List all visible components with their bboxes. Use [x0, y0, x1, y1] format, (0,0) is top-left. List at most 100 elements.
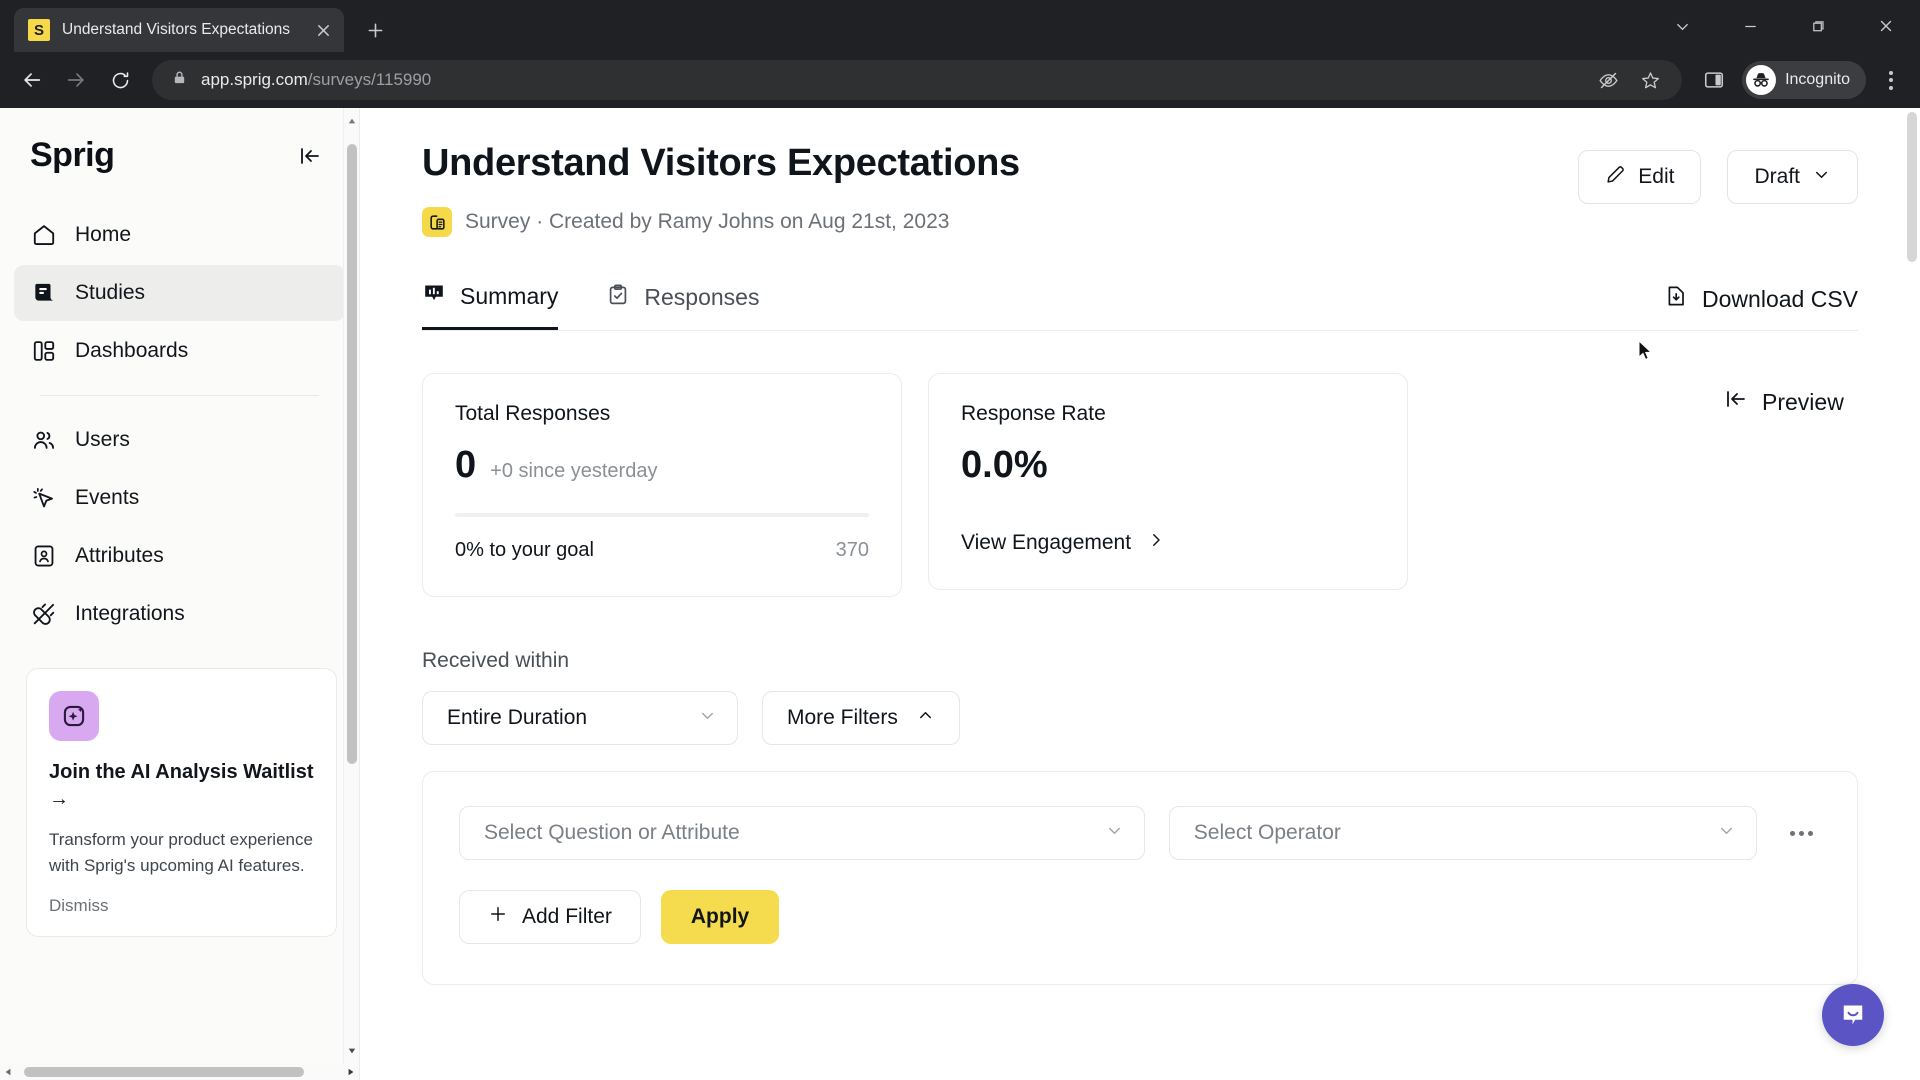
maximize-icon[interactable] — [1784, 0, 1852, 52]
sidebar-item-integrations[interactable]: Integrations — [14, 586, 345, 642]
sidebar-item-studies[interactable]: Studies — [14, 265, 345, 321]
pencil-icon — [1605, 164, 1626, 191]
ai-sparkle-icon — [49, 691, 99, 741]
preview-button[interactable]: Preview — [1724, 387, 1844, 417]
sidebar-hscroll-thumb[interactable] — [24, 1067, 304, 1077]
users-icon — [30, 426, 58, 454]
chat-bubble-icon[interactable] — [1822, 984, 1884, 1046]
sidebar-scroll-thumb[interactable] — [347, 144, 357, 764]
scroll-down-arrow-icon[interactable] — [348, 1042, 356, 1060]
sidebar-item-label: Users — [75, 428, 130, 451]
promo-body: Transform your product experience with S… — [49, 830, 313, 876]
scroll-left-arrow-icon[interactable] — [4, 1063, 12, 1080]
card-label: Response Rate — [961, 402, 1106, 425]
kebab-menu-icon[interactable] — [1874, 60, 1908, 100]
promo-dismiss-link[interactable]: Dismiss — [49, 896, 314, 916]
forward-arrow-icon — [56, 60, 96, 100]
page-subtitle-row: Survey · Created by Ramy Johns on Aug 21… — [422, 207, 1020, 237]
browser-tab[interactable]: S Understand Visitors Expectations — [14, 8, 344, 52]
minimize-icon[interactable] — [1716, 0, 1784, 52]
question-attribute-placeholder: Select Question or Attribute — [484, 821, 740, 844]
browser-tab-strip: S Understand Visitors Expectations — [0, 0, 1920, 52]
sidebar-nav: Home Studies Dashboards Users Events Att… — [0, 181, 359, 644]
back-arrow-icon[interactable] — [12, 60, 52, 100]
mouse-cursor — [1638, 339, 1654, 367]
ellipsis-icon[interactable] — [1781, 830, 1821, 836]
apply-button[interactable]: Apply — [660, 890, 780, 944]
more-filters-label: More Filters — [787, 706, 898, 729]
response-rate-value: 0.0% — [961, 444, 1048, 486]
eye-slash-icon[interactable] — [1590, 62, 1626, 98]
question-attribute-select[interactable]: Select Question or Attribute — [459, 806, 1145, 860]
profile-incognito-button[interactable]: Incognito — [1742, 61, 1866, 99]
card-main-value: 0 +0 since yesterday — [455, 444, 869, 487]
sidebar-vertical-scrollbar[interactable] — [343, 108, 359, 1064]
close-icon[interactable] — [312, 19, 334, 41]
goal-progress-bar — [455, 513, 869, 517]
new-tab-button[interactable] — [358, 13, 392, 47]
view-engagement-link[interactable]: View Engagement — [961, 531, 1375, 555]
status-dropdown-button[interactable]: Draft — [1727, 150, 1858, 204]
status-label: Draft — [1754, 165, 1800, 188]
main-scroll-thumb[interactable] — [1907, 112, 1917, 262]
address-bar-url: app.sprig.com/surveys/115990 — [201, 70, 432, 89]
goal-target-value: 370 — [835, 539, 869, 561]
sidebar-item-dashboards[interactable]: Dashboards — [14, 323, 345, 379]
reload-icon[interactable] — [100, 60, 140, 100]
main-content: Understand Visitors Expectations Survey … — [360, 108, 1920, 1080]
star-icon[interactable] — [1632, 62, 1668, 98]
scroll-right-arrow-icon[interactable] — [347, 1063, 355, 1080]
download-csv-button[interactable]: Download CSV — [1664, 284, 1858, 330]
operator-select[interactable]: Select Operator — [1168, 806, 1757, 860]
scroll-up-arrow-icon[interactable] — [348, 112, 356, 130]
duration-select[interactable]: Entire Duration — [422, 691, 738, 745]
sidebar-item-label: Studies — [75, 281, 146, 304]
window-close-icon[interactable] — [1852, 0, 1920, 52]
tab-favicon: S — [28, 19, 50, 41]
summary-chart-icon — [422, 281, 446, 311]
clipboard-check-icon — [606, 283, 630, 313]
address-bar[interactable]: app.sprig.com/surveys/115990 — [152, 60, 1683, 100]
received-within-label: Received within — [422, 649, 570, 672]
more-filters-button[interactable]: More Filters — [762, 691, 960, 745]
add-filter-button[interactable]: Add Filter — [459, 890, 641, 944]
main-vertical-scrollbar[interactable] — [1904, 108, 1920, 1080]
page-viewport: Sprig Home Studies Dashboards Users Even… — [0, 108, 1920, 1080]
total-responses-card: Total Responses 0 +0 since yesterday 0% … — [422, 373, 902, 597]
goal-progress-text: 0% to your goal — [455, 539, 594, 561]
preview-panel-icon — [1724, 387, 1748, 417]
tab-label: Summary — [460, 282, 559, 309]
edit-button[interactable]: Edit — [1578, 150, 1702, 204]
goal-footer: 0% to your goal 370 — [455, 539, 869, 562]
tab-summary[interactable]: Summary — [422, 281, 559, 330]
page-subtitle: Survey · Created by Ramy Johns on Aug 21… — [465, 210, 950, 233]
tab-responses[interactable]: Responses — [606, 281, 759, 330]
home-icon — [30, 221, 58, 249]
filters-row: Entire Duration More Filters — [422, 691, 1858, 745]
attributes-id-icon — [30, 542, 58, 570]
page-header-text: Understand Visitors Expectations Survey … — [422, 142, 1020, 237]
incognito-icon — [1746, 65, 1777, 95]
side-panel-icon[interactable] — [1696, 62, 1732, 98]
card-label: Total Responses — [455, 402, 611, 425]
header-actions: Edit Draft — [1578, 142, 1858, 204]
operator-placeholder: Select Operator — [1193, 821, 1341, 844]
sidebar-item-events[interactable]: Events — [14, 470, 345, 526]
profile-label: Incognito — [1785, 71, 1850, 88]
sidebar-horizontal-scrollbar[interactable] — [0, 1064, 359, 1080]
filter-actions: Add Filter Apply — [459, 890, 1821, 944]
file-download-icon — [1664, 284, 1688, 314]
view-engagement-label: View Engagement — [961, 531, 1132, 554]
sidebar-item-home[interactable]: Home — [14, 207, 345, 263]
ai-waitlist-promo-card[interactable]: Join the AI Analysis Waitlist → Transfor… — [26, 668, 337, 937]
collapse-panel-icon[interactable] — [295, 141, 325, 171]
studies-icon — [30, 279, 58, 307]
page-title: Understand Visitors Expectations — [422, 142, 1020, 184]
promo-title: Join the AI Analysis Waitlist → — [49, 761, 314, 810]
chevron-down-icon[interactable] — [1648, 0, 1716, 52]
sidebar-item-users[interactable]: Users — [14, 412, 345, 468]
sidebar-item-attributes[interactable]: Attributes — [14, 528, 345, 584]
sidebar-item-label: Events — [75, 486, 140, 509]
preview-label: Preview — [1762, 388, 1844, 415]
chevron-down-icon — [1812, 165, 1831, 190]
